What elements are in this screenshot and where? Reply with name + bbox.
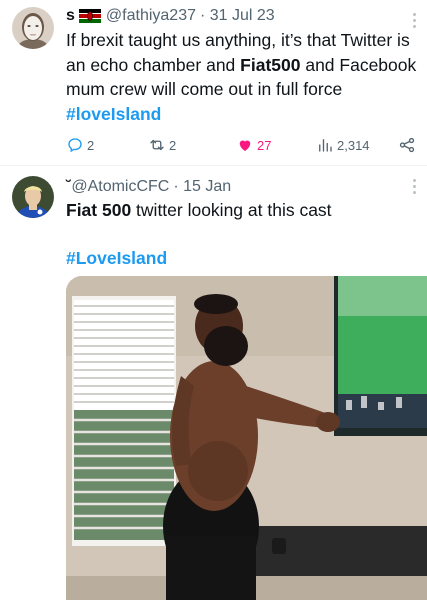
- hashtag-link[interactable]: #LoveIsland: [66, 248, 167, 269]
- share-button[interactable]: [398, 132, 419, 158]
- retweet-count: 2: [169, 137, 177, 153]
- tweet-video[interactable]: [66, 276, 427, 600]
- retweet-icon: [150, 139, 164, 151]
- like-count: 27: [257, 137, 272, 153]
- tweet-text: If brexit taught us anything, it’s that …: [66, 28, 422, 126]
- tweet-actions: 2 2 27 2,314: [66, 132, 416, 158]
- tweet-header: s @fathiya237 · 31 Jul 23: [66, 4, 401, 28]
- kenya-flag-icon: [78, 9, 101, 23]
- text-bold: Fiat500: [240, 54, 301, 75]
- like-button[interactable]: 27: [236, 132, 271, 158]
- handle[interactable]: @fathiya237: [106, 7, 196, 25]
- tweet-1[interactable]: s @fathiya237 · 31 Jul 23 If brexit taug…: [0, 0, 427, 165]
- avatar[interactable]: [12, 176, 54, 218]
- more-icon[interactable]: [407, 10, 421, 30]
- timestamp[interactable]: · 15 Jan: [173, 178, 231, 196]
- avatar[interactable]: [12, 7, 54, 49]
- share-icon: [399, 137, 415, 153]
- handle[interactable]: @AtomicCFC: [71, 178, 169, 196]
- reply-count: 2: [87, 137, 95, 153]
- avatar-image: [12, 7, 54, 49]
- text-part: twitter looking at this cast: [131, 200, 332, 220]
- hashtag-link[interactable]: #loveIsland: [66, 104, 161, 124]
- more-icon[interactable]: [407, 176, 421, 196]
- timestamp[interactable]: · 31 Jul 23: [200, 7, 275, 25]
- tweet-header: ˘ @AtomicCFC · 15 Jan: [66, 175, 401, 199]
- views-count: 2,314: [337, 137, 370, 153]
- retweet-button[interactable]: 2: [148, 132, 176, 158]
- avatar-image: [12, 176, 54, 218]
- tweet-2[interactable]: ˘ @AtomicCFC · 15 Jan Fiat 500 twitter l…: [0, 166, 427, 600]
- text-bold: Fiat 500: [66, 200, 132, 220]
- reply-icon: [68, 138, 82, 153]
- video-frame-image: [66, 276, 427, 600]
- reply-button[interactable]: 2: [66, 132, 94, 158]
- views-button[interactable]: 2,314: [316, 132, 370, 158]
- views-icon: [319, 139, 332, 152]
- heart-icon: [239, 140, 251, 151]
- tweet-text: Fiat 500 twitter looking at this cast: [66, 198, 422, 223]
- display-name[interactable]: s: [66, 7, 75, 25]
